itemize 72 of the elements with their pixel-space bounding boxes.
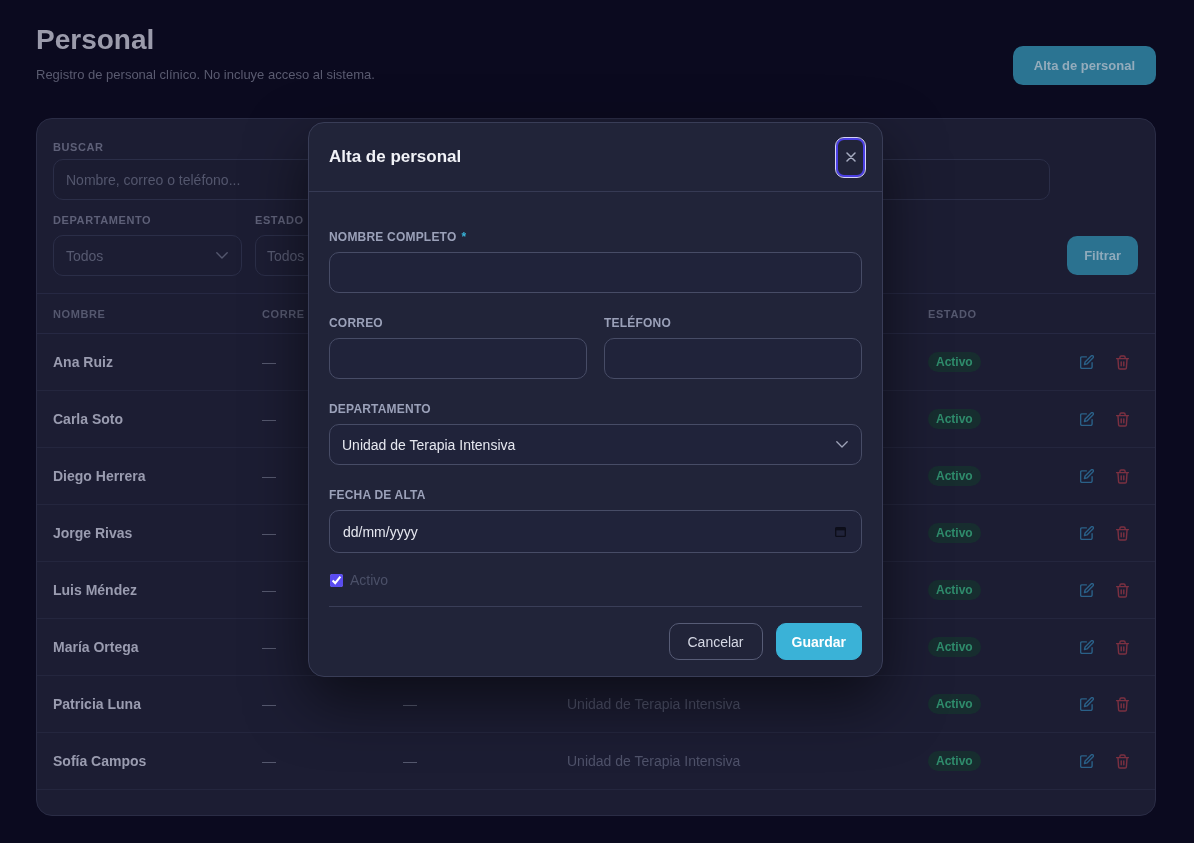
table-cell: — [403, 753, 417, 769]
table-cell: Diego Herrera [53, 468, 146, 484]
add-staff-button[interactable]: Alta de personal [1012, 46, 1156, 85]
edit-icon[interactable] [1080, 697, 1094, 711]
text-field[interactable] [604, 338, 862, 379]
table-cell: — [262, 354, 276, 370]
status-badge: Activo [928, 352, 981, 372]
table-cell: María Ortega [53, 639, 139, 655]
table-cell: Luis Méndez [53, 582, 137, 598]
department-filter-select[interactable]: Todos [53, 235, 242, 276]
table-cell: — [262, 582, 276, 598]
table-cell: Patricia Luna [53, 696, 141, 712]
cancel-button[interactable]: Cancelar [668, 623, 763, 660]
text-field[interactable] [329, 252, 862, 293]
table-cell: — [262, 696, 276, 712]
table-cell: Ana Ruiz [53, 354, 113, 370]
table-cell: Sofía Campos [53, 753, 147, 769]
page-title: Personal [36, 23, 155, 57]
close-icon [845, 152, 856, 162]
status-filter-label: ESTADO [255, 213, 304, 228]
text-field[interactable] [329, 338, 587, 379]
field-label: CORREO [329, 316, 383, 331]
table-cell: — [262, 753, 276, 769]
column-header: ESTADO [928, 307, 977, 320]
edit-icon[interactable] [1080, 469, 1094, 483]
trash-icon[interactable] [1116, 582, 1129, 598]
trash-icon[interactable] [1116, 354, 1129, 370]
table-cell: — [403, 696, 417, 712]
status-badge: Activo [928, 694, 981, 714]
edit-icon[interactable] [1080, 583, 1094, 597]
table-cell: Carla Soto [53, 411, 123, 427]
edit-icon[interactable] [1080, 754, 1094, 768]
table-cell: — [262, 639, 276, 655]
chevron-down-icon [836, 441, 848, 448]
table-cell: — [262, 411, 276, 427]
field-label: DEPARTAMENTO [329, 402, 431, 417]
department-filter-label: DEPARTAMENTO [53, 213, 152, 228]
column-header: NOMBRE [53, 307, 106, 320]
trash-icon[interactable] [1116, 696, 1129, 712]
table-cell: Jorge Rivas [53, 525, 133, 541]
calendar-icon[interactable] [835, 526, 846, 537]
status-badge: Activo [928, 523, 981, 543]
status-badge: Activo [928, 637, 981, 657]
status-badge: Activo [928, 409, 981, 429]
trash-icon[interactable] [1116, 753, 1129, 769]
filter-button[interactable]: Filtrar [1067, 236, 1138, 275]
chevron-down-icon [216, 252, 228, 259]
field-label: NOMBRE COMPLETO * [329, 230, 467, 245]
table-cell: — [262, 468, 276, 484]
select-field[interactable]: Unidad de Terapia Intensiva [329, 424, 862, 465]
search-label: BUSCAR [53, 140, 104, 155]
status-badge: Activo [928, 466, 981, 486]
trash-icon[interactable] [1116, 525, 1129, 541]
save-button[interactable]: Guardar [775, 623, 862, 660]
trash-icon[interactable] [1116, 468, 1129, 484]
date-field[interactable]: dd/mm/yyyy [329, 510, 862, 553]
active-checkbox[interactable] [330, 573, 343, 587]
status-badge: Activo [928, 751, 981, 771]
table-cell: — [262, 525, 276, 541]
column-header: CORRE [262, 307, 305, 320]
edit-icon[interactable] [1080, 526, 1094, 540]
trash-icon[interactable] [1116, 411, 1129, 427]
page-subtitle: Registro de personal clínico. No incluye acceso al sistema. [36, 66, 375, 84]
edit-icon[interactable] [1080, 640, 1094, 654]
edit-icon[interactable] [1080, 355, 1094, 369]
trash-icon[interactable] [1116, 639, 1129, 655]
field-label: FECHA DE ALTA [329, 488, 426, 503]
status-badge: Activo [928, 580, 981, 600]
dialog-title: Alta de personal [329, 147, 462, 167]
field-label: TELÉFONO [604, 316, 671, 331]
close-button[interactable] [836, 137, 865, 177]
edit-icon[interactable] [1080, 412, 1094, 426]
